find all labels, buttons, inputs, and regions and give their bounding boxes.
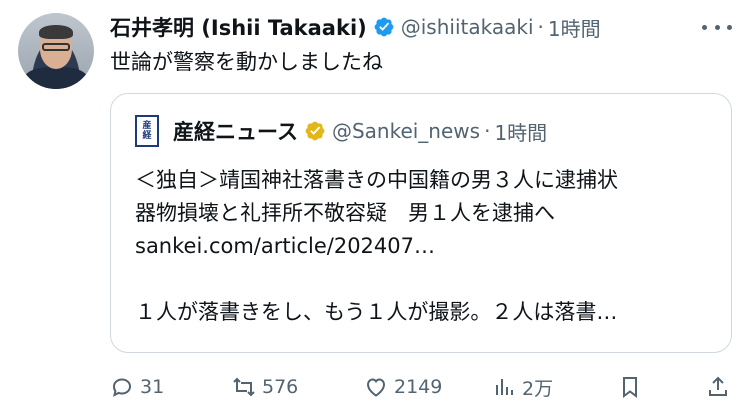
bookmark-button[interactable] bbox=[618, 370, 642, 404]
quoted-tweet-text: ＜独自＞靖国神社落書きの中国籍の男３人に逮捕状 器物損壊と礼拝所不敬容疑 男１人… bbox=[135, 164, 715, 329]
verified-badge-icon bbox=[305, 121, 325, 141]
reply-count: 31 bbox=[140, 376, 165, 398]
like-button[interactable]: 2149 bbox=[364, 370, 442, 404]
separator-dot: · bbox=[537, 15, 544, 39]
tweet-time[interactable]: 1時間 bbox=[548, 13, 601, 42]
verified-badge-icon bbox=[374, 17, 394, 37]
like-count: 2149 bbox=[394, 376, 443, 398]
quoted-link: sankei.com/article/202407… bbox=[135, 234, 435, 258]
bookmark-icon bbox=[623, 377, 637, 398]
quoted-tweet-time: 1時間 bbox=[494, 120, 548, 145]
like-icon bbox=[366, 378, 386, 397]
sankei-logo-icon: 産経 bbox=[135, 115, 159, 147]
repost-count: 576 bbox=[262, 376, 299, 398]
reply-button[interactable]: 31 bbox=[110, 370, 164, 404]
tweet-text: 世論が警察を動かしましたね bbox=[110, 50, 383, 74]
quoted-author-handle: @Sankei_news bbox=[331, 119, 481, 143]
repost-button[interactable]: 576 bbox=[232, 370, 298, 404]
reply-icon bbox=[112, 378, 132, 397]
author-avatar[interactable] bbox=[18, 13, 94, 89]
quoted-tweet[interactable]: 産経 産経ニュース @Sankei_news · 1時間 ＜独自＞靖国神社落書き… bbox=[110, 93, 732, 353]
views-icon bbox=[496, 379, 513, 395]
more-icon[interactable] bbox=[702, 14, 732, 40]
tweet-header: 石井孝明 (Ishii Takaaki) @ishiitakaaki · 1時間 bbox=[110, 12, 601, 42]
repost-icon bbox=[233, 377, 255, 397]
author-name[interactable]: 石井孝明 (Ishii Takaaki) bbox=[110, 12, 367, 42]
quoted-tweet-header: 産経 産経ニュース @Sankei_news · 1時間 bbox=[135, 115, 548, 147]
views-button[interactable]: 2万 bbox=[492, 370, 553, 404]
separator-dot: · bbox=[484, 119, 491, 143]
quoted-line: １人が落書きをし、もう１人が撮影。２人は落書… bbox=[135, 300, 618, 324]
quoted-line: ＜独自＞靖国神社落書きの中国籍の男３人に逮捕状 bbox=[135, 168, 618, 192]
share-button[interactable] bbox=[706, 370, 730, 404]
tweet-actions: 31 576 2149 2万 bbox=[110, 370, 735, 404]
quoted-line bbox=[135, 263, 715, 296]
quoted-author-name: 産経ニュース bbox=[173, 120, 298, 144]
author-handle[interactable]: @ishiitakaaki bbox=[401, 15, 534, 39]
share-icon bbox=[709, 376, 727, 396]
views-count: 2万 bbox=[522, 377, 554, 400]
quoted-line: 器物損壊と礼拝所不敬容疑 男１人を逮捕へ bbox=[135, 201, 555, 225]
